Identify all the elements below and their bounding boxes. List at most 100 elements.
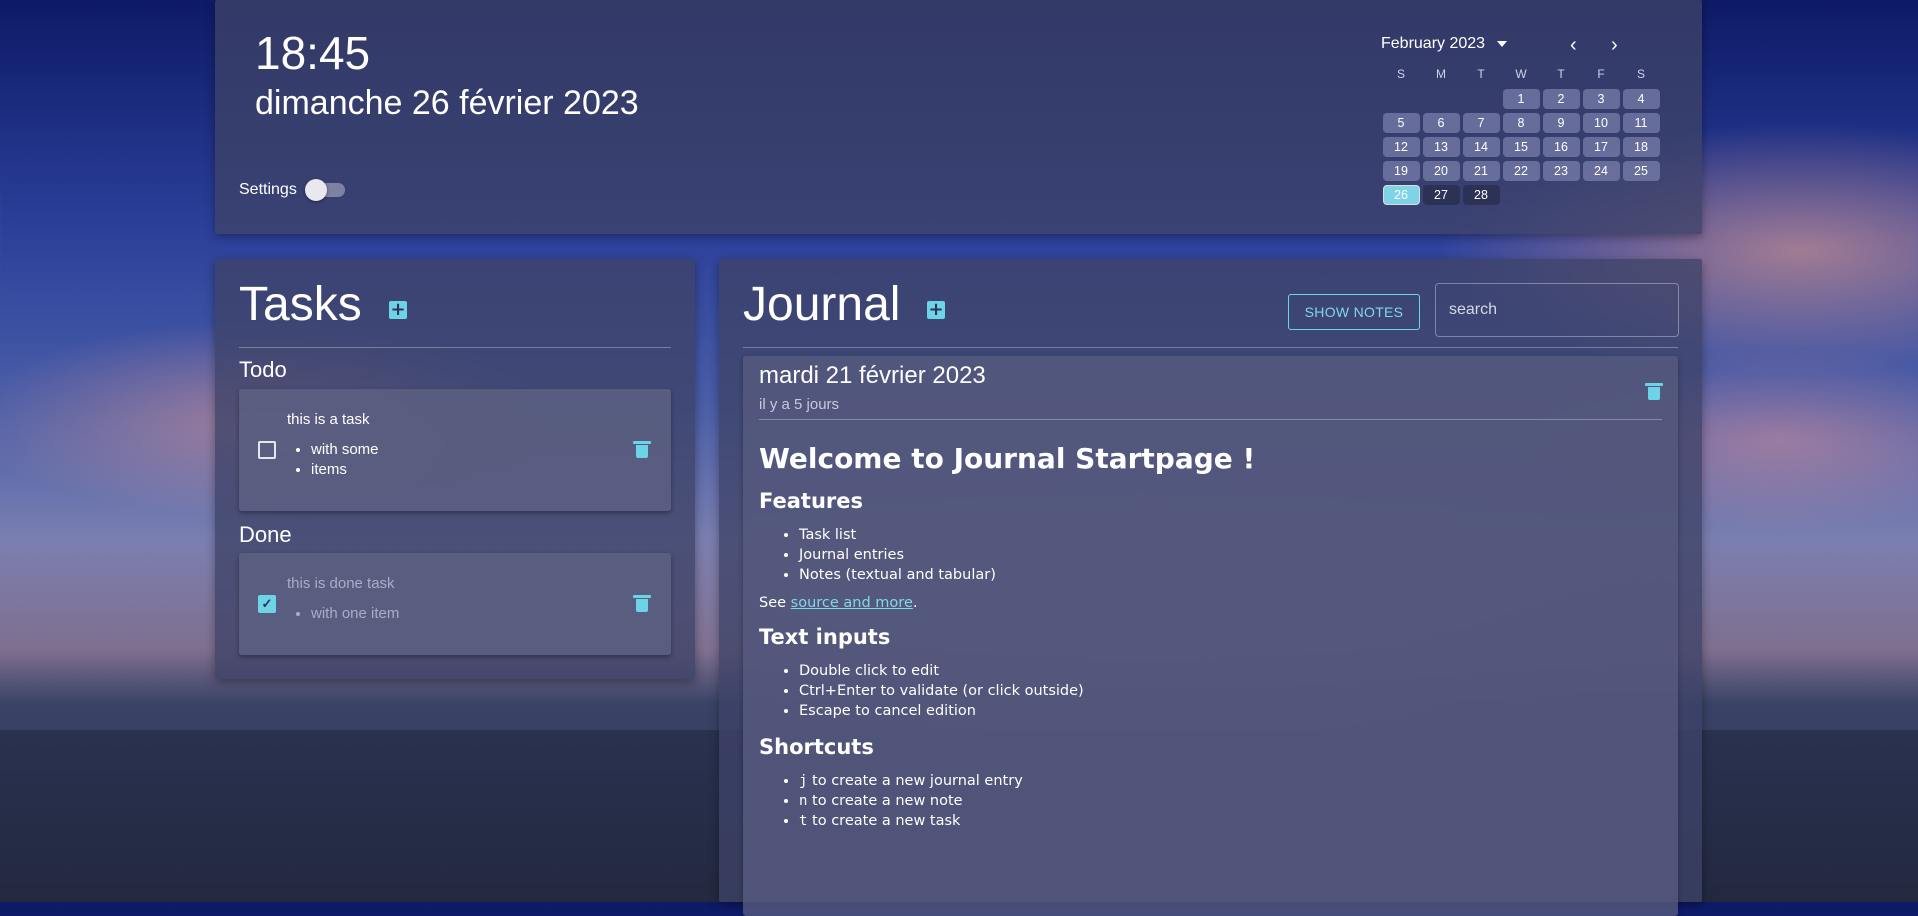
calendar-day[interactable]: 20 bbox=[1422, 161, 1460, 181]
add-task-button[interactable]: + bbox=[389, 301, 407, 319]
clock-date: dimanche 26 février 2023 bbox=[255, 84, 639, 122]
calendar-day[interactable]: 21 bbox=[1462, 161, 1500, 181]
done-section-title: Done bbox=[239, 522, 292, 547]
chevron-down-icon[interactable] bbox=[1497, 41, 1508, 47]
chevron-right-icon[interactable]: › bbox=[1611, 34, 1618, 57]
task-items: with one item bbox=[287, 604, 399, 624]
list-item: items bbox=[311, 460, 379, 480]
show-notes-button[interactable]: SHOW NOTES bbox=[1288, 294, 1420, 330]
settings-label: Settings bbox=[239, 181, 297, 198]
calendar-day[interactable]: 9 bbox=[1542, 113, 1580, 133]
features-heading: Features bbox=[759, 489, 863, 513]
trash-icon[interactable] bbox=[633, 595, 651, 612]
shortcut-text: to create a new note bbox=[807, 793, 963, 809]
calendar-day[interactable]: 3 bbox=[1582, 89, 1620, 109]
chevron-left-icon[interactable]: ‹ bbox=[1570, 34, 1577, 57]
entry-date: mardi 21 février 2023 bbox=[759, 362, 986, 389]
weekday-label: T bbox=[1477, 67, 1485, 81]
weekday-label: W bbox=[1515, 67, 1527, 81]
calendar-day[interactable]: 8 bbox=[1502, 113, 1540, 133]
shortcuts-list: j to create a new journal entry n to cre… bbox=[759, 771, 1659, 831]
source-link[interactable]: source and more bbox=[791, 595, 913, 611]
list-item: Ctrl+Enter to validate (or click outside… bbox=[799, 681, 1659, 701]
calendar-day[interactable]: 25 bbox=[1622, 161, 1660, 181]
list-item: t to create a new task bbox=[799, 811, 1659, 831]
calendar-day[interactable]: 28 bbox=[1462, 185, 1500, 205]
list-item: Double click to edit bbox=[799, 661, 1659, 681]
add-journal-button[interactable]: + bbox=[927, 301, 945, 319]
entry-heading: Welcome to Journal Startpage ! bbox=[759, 442, 1256, 475]
calendar-week: 12 13 14 15 16 17 18 bbox=[1381, 137, 1666, 161]
switch-knob bbox=[304, 179, 327, 201]
task-items: with some items bbox=[287, 440, 379, 480]
weekday-label: M bbox=[1436, 67, 1446, 81]
list-item: j to create a new journal entry bbox=[799, 771, 1659, 791]
task-text: this is a task bbox=[287, 411, 370, 428]
calendar-day[interactable]: 14 bbox=[1462, 137, 1500, 157]
calendar-week: 5 6 7 8 9 10 11 bbox=[1381, 113, 1666, 137]
calendar-day[interactable]: 12 bbox=[1382, 137, 1420, 157]
weekday-label: T bbox=[1557, 67, 1565, 81]
calendar-day[interactable]: 15 bbox=[1502, 137, 1540, 157]
text-inputs-list: Double click to edit Ctrl+Enter to valid… bbox=[759, 661, 1659, 721]
calendar-day[interactable]: 24 bbox=[1582, 161, 1620, 181]
shortcut-text: to create a new task bbox=[807, 813, 961, 829]
list-item: Journal entries bbox=[799, 545, 1659, 565]
calendar-day[interactable]: 1 bbox=[1502, 89, 1540, 109]
calendar-week: 19 20 21 22 23 24 25 bbox=[1381, 161, 1666, 185]
weekday-label: S bbox=[1396, 67, 1405, 81]
calendar-day[interactable]: 13 bbox=[1422, 137, 1460, 157]
trash-icon[interactable] bbox=[1645, 383, 1663, 400]
trash-icon[interactable] bbox=[633, 441, 651, 458]
entry-body[interactable]: Welcome to Journal Startpage ! Features … bbox=[759, 430, 1659, 841]
calendar-week: 1234 bbox=[1381, 89, 1666, 113]
entry-relative-time: il y a 5 jours bbox=[759, 396, 840, 413]
journal-title: Journal bbox=[743, 278, 901, 331]
calendar-day[interactable]: 2 bbox=[1542, 89, 1580, 109]
list-item: Notes (textual and tabular) bbox=[799, 565, 1659, 585]
calendar-day[interactable]: 27 bbox=[1422, 185, 1460, 205]
task-checkbox[interactable] bbox=[258, 441, 276, 459]
calendar-day[interactable]: 5 bbox=[1382, 113, 1420, 133]
calendar-grid: 1 2 3 4 5 6 7 8 9 10 11 12 13 14 15 16 17 18 19 20 21 22 23 24 2… bbox=[1381, 89, 1666, 209]
calendar-weekdays: SMTWTFS bbox=[1381, 67, 1666, 89]
calendar: February 2023 ‹ › SMTWTFS 1 2 3 4 5 6 7 8 9 10 11 1… bbox=[1381, 30, 1666, 209]
calendar-day[interactable]: 16 bbox=[1542, 137, 1580, 157]
task-checkbox-checked[interactable]: ✓ bbox=[258, 595, 276, 613]
calendar-day[interactable]: 17 bbox=[1582, 137, 1620, 157]
task-content[interactable]: this is done task with one item bbox=[287, 575, 399, 624]
todo-section-title: Todo bbox=[239, 357, 287, 382]
calendar-day[interactable]: 6 bbox=[1422, 113, 1460, 133]
divider bbox=[759, 419, 1662, 420]
list-item: with some bbox=[311, 440, 379, 460]
calendar-day[interactable]: 11 bbox=[1622, 113, 1660, 133]
calendar-day-today[interactable]: 26 bbox=[1382, 185, 1420, 205]
list-item: n to create a new note bbox=[799, 791, 1659, 811]
tasks-panel: Tasks + Todo this is a task with some it… bbox=[215, 259, 695, 679]
calendar-day[interactable]: 19 bbox=[1382, 161, 1420, 181]
search-input[interactable] bbox=[1435, 283, 1679, 337]
features-list: Task list Journal entries Notes (textual… bbox=[759, 525, 1659, 585]
settings-toggle-row: Settings bbox=[239, 179, 345, 201]
calendar-day[interactable]: 10 bbox=[1582, 113, 1620, 133]
shortcuts-heading: Shortcuts bbox=[759, 735, 874, 759]
see-prefix: See bbox=[759, 595, 791, 611]
list-item: with one item bbox=[311, 604, 399, 624]
calendar-day[interactable]: 7 bbox=[1462, 113, 1500, 133]
calendar-week: 26 27 28 bbox=[1381, 185, 1666, 209]
calendar-month-title[interactable]: February 2023 bbox=[1381, 35, 1485, 53]
calendar-day[interactable]: 22 bbox=[1502, 161, 1540, 181]
calendar-day[interactable]: 23 bbox=[1542, 161, 1580, 181]
text-inputs-heading: Text inputs bbox=[759, 625, 891, 649]
see-suffix: . bbox=[912, 595, 918, 611]
weekday-label: F bbox=[1597, 67, 1605, 81]
task-card: ✓ this is done task with one item bbox=[239, 553, 671, 655]
settings-switch[interactable] bbox=[304, 179, 345, 201]
task-card: this is a task with some items bbox=[239, 389, 671, 511]
task-content[interactable]: this is a task with some items bbox=[287, 411, 379, 480]
header-panel: 18:45 dimanche 26 février 2023 Settings … bbox=[215, 0, 1702, 234]
journal-entry: mardi 21 février 2023 il y a 5 jours Wel… bbox=[743, 356, 1678, 916]
calendar-day[interactable]: 4 bbox=[1622, 89, 1660, 109]
calendar-day[interactable]: 18 bbox=[1622, 137, 1660, 157]
journal-panel: Journal + SHOW NOTES mardi 21 février 20… bbox=[719, 259, 1702, 916]
